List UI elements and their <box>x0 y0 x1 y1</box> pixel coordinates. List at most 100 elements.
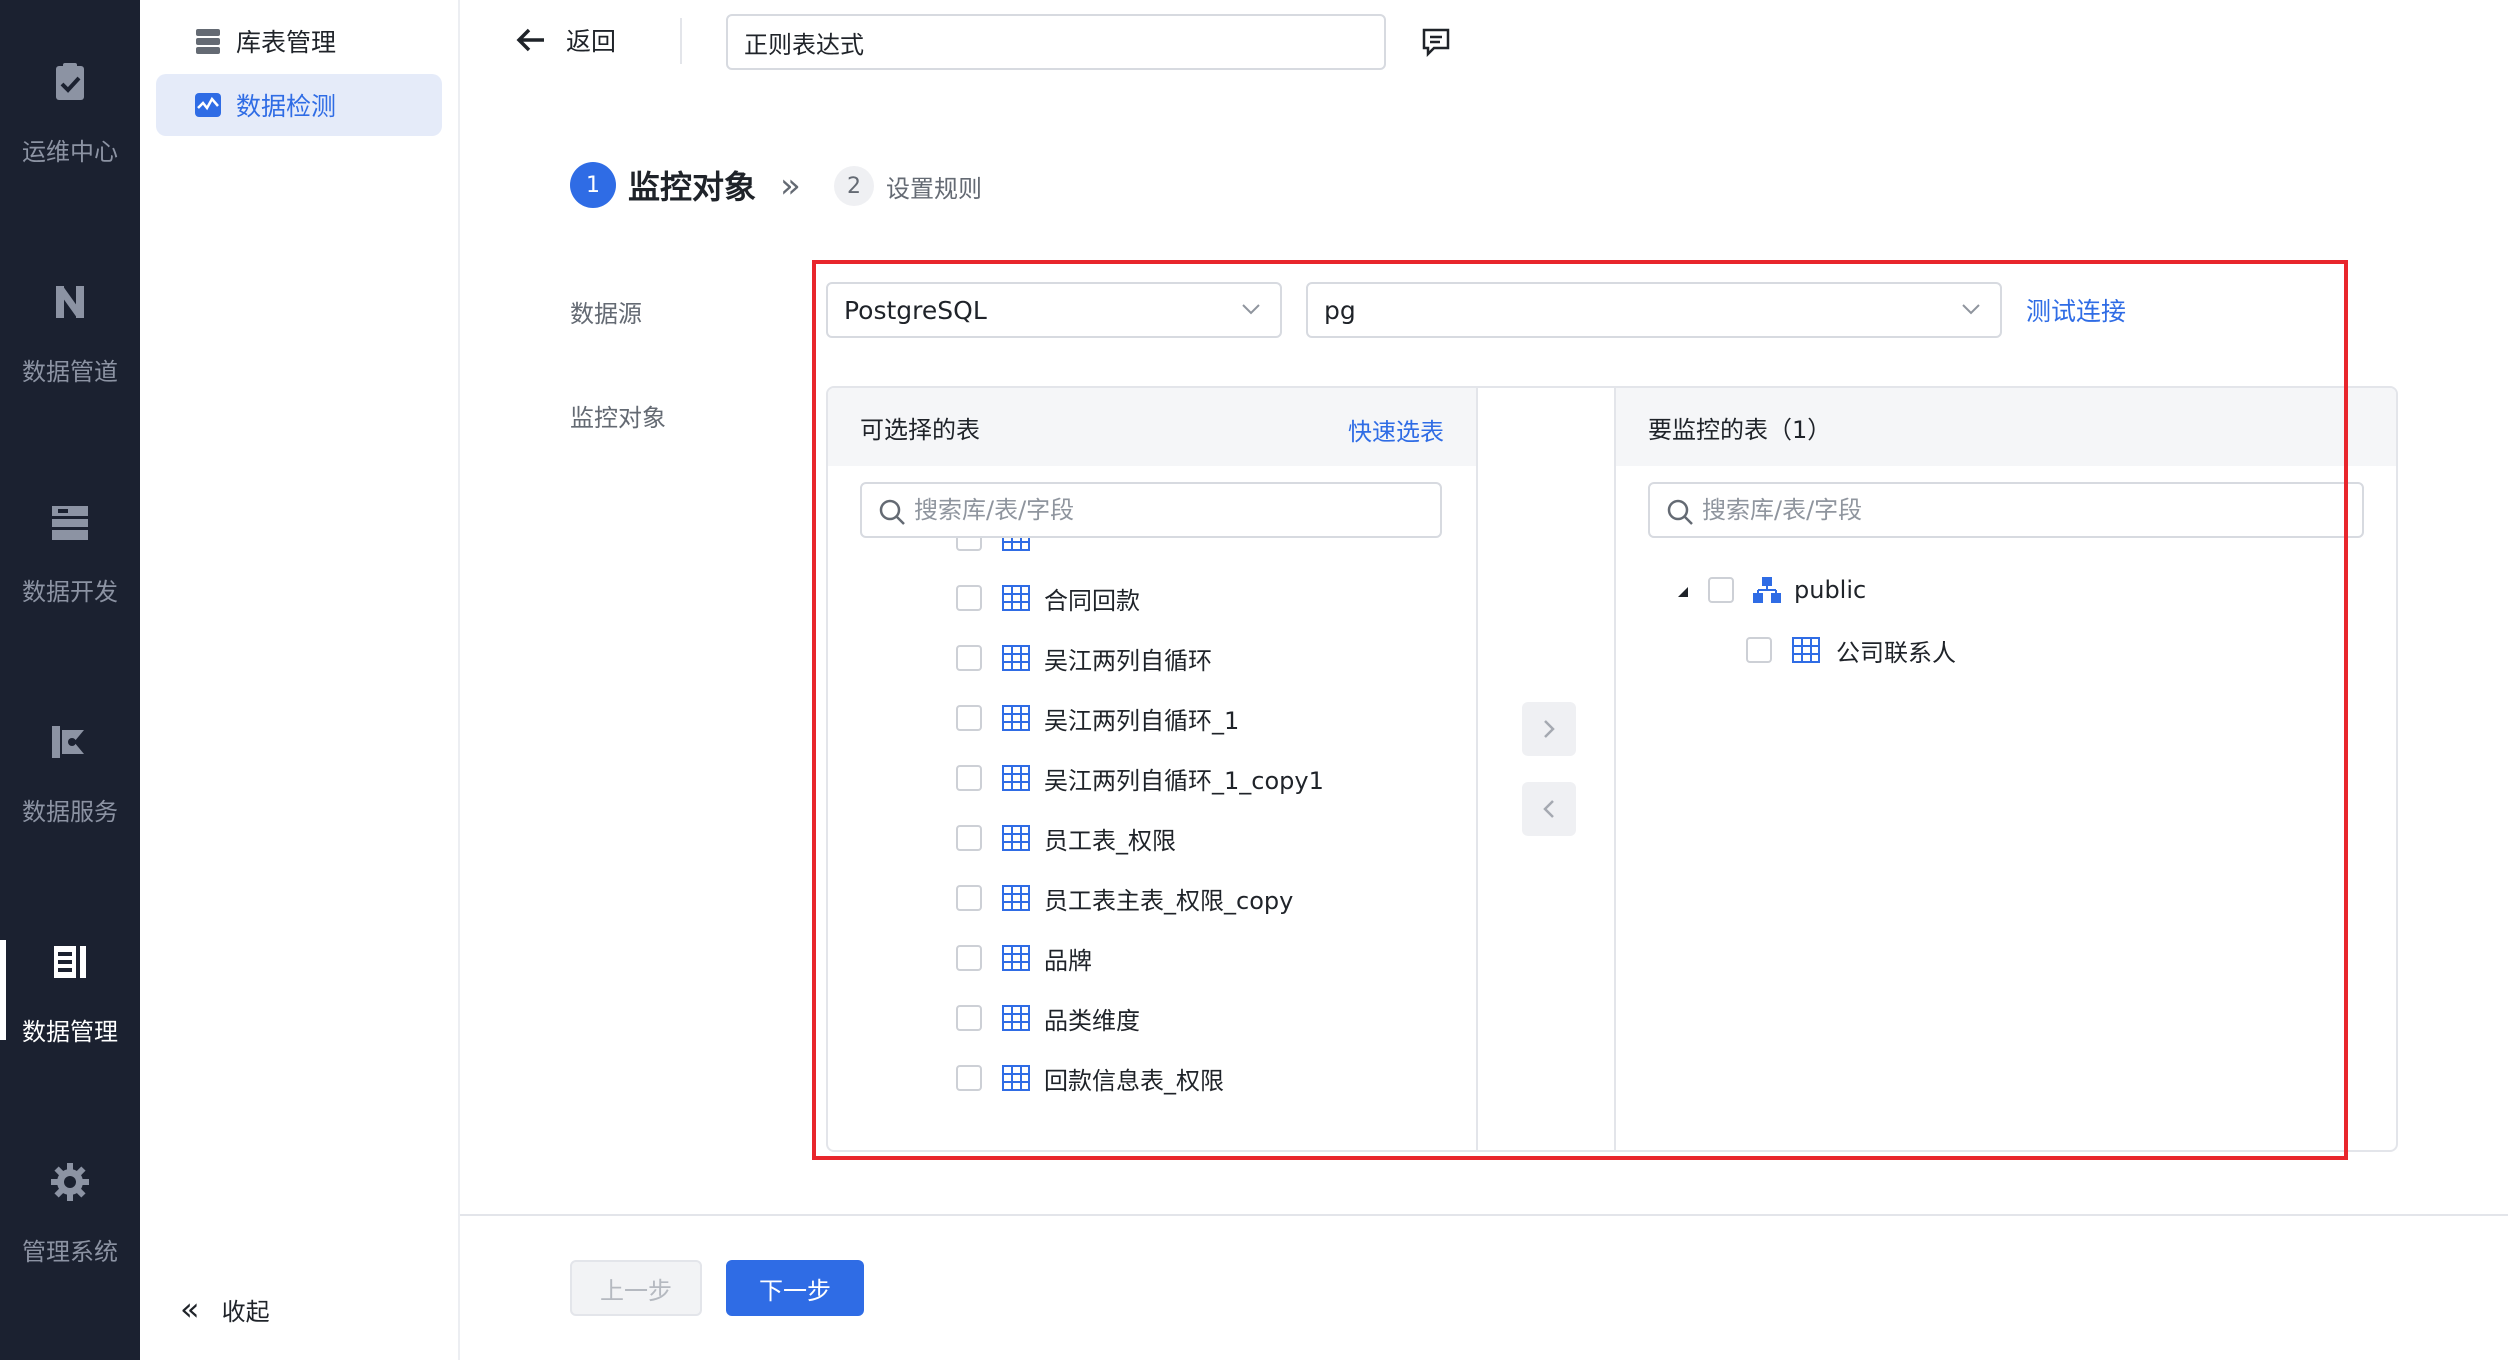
row-checkbox[interactable] <box>956 1065 982 1091</box>
tree-node-schema[interactable]: public <box>1616 560 2396 620</box>
rail-item-label: 数据管道 <box>22 358 118 386</box>
table-icon <box>1002 1005 1030 1031</box>
table-label: 员工表主表_权限_copy <box>1044 886 1294 915</box>
schema-checkbox[interactable] <box>1708 577 1734 603</box>
table-label: 吴江两列自循环_1 <box>1044 706 1240 735</box>
sidebar-item-label: 库表管理 <box>236 28 337 57</box>
table-row[interactable]: 吴江两列自循环_1_copy1 <box>828 748 1476 808</box>
table-icon <box>1002 1065 1030 1091</box>
divider <box>680 18 682 64</box>
table-icon <box>1002 645 1030 671</box>
step-number: 2 <box>834 166 874 206</box>
chevron-down-icon <box>1962 304 1980 315</box>
table-transfer: 可选择的表 快速选表 合同回款吴江两列自循环吴江两列自循环_1 吴江两列自循环_1… <box>826 386 2398 1152</box>
row-checkbox[interactable] <box>956 1005 982 1031</box>
step-label: 监控对象 <box>628 168 757 206</box>
clipboard-check-icon <box>56 63 84 100</box>
row-checkbox[interactable] <box>956 885 982 911</box>
step-set-rules: 2 设置规则 <box>834 166 982 206</box>
arrow-left-icon <box>516 28 544 52</box>
prev-step-button[interactable]: 上一步 <box>570 1260 702 1316</box>
double-chevron-right-icon: » <box>780 166 801 206</box>
table-label: 公司联系人 <box>1836 638 1956 667</box>
table-row[interactable] <box>828 538 1476 568</box>
available-table-list: 合同回款吴江两列自循环 吴江两列自循环_1 吴江两列自循环_1_copy1 员工表_权… <box>828 538 1476 1150</box>
rail-item-label: 数据服务 <box>22 798 118 826</box>
monitored-tables-panel: 要监控的表（1） public <box>1616 388 2396 1150</box>
table-icon <box>1792 637 1820 663</box>
chevron-left-icon <box>1543 800 1554 818</box>
task-name-input[interactable] <box>726 14 1386 70</box>
db-type-value: PostgreSQL <box>844 295 987 325</box>
schema-label: public <box>1794 576 1867 604</box>
footer-divider <box>460 1214 2508 1216</box>
table-row[interactable]: 员工表_权限 <box>828 808 1476 868</box>
table-label: 合同回款 <box>1044 586 1140 615</box>
right-search-box[interactable] <box>1648 482 2364 538</box>
table-icon <box>1002 585 1030 611</box>
schema-icon <box>1753 577 1781 603</box>
transfer-buttons <box>1478 388 1616 1150</box>
rail-item-admin-system[interactable]: 管理系统 <box>0 1100 140 1300</box>
row-checkbox[interactable] <box>956 538 982 551</box>
datasource-label: 数据源 <box>570 300 642 328</box>
sidebar-item-table-manage[interactable]: 库表管理 <box>156 10 442 72</box>
table-icon <box>1002 538 1030 551</box>
table-row[interactable]: 合同回款 <box>828 568 1476 628</box>
row-checkbox[interactable] <box>956 705 982 731</box>
available-tables-panel: 可选择的表 快速选表 合同回款吴江两列自循环吴江两列自循环_1 吴江两列自循环_1… <box>828 388 1478 1150</box>
table-row[interactable]: 员工表主表_权限_copy <box>828 868 1476 928</box>
tree-node-table[interactable]: 公司联系人 <box>1616 620 2396 680</box>
right-search-input[interactable] <box>1702 496 2362 524</box>
row-checkbox[interactable] <box>956 825 982 851</box>
sidebar-item-data-check[interactable]: 数据检测 <box>156 74 442 136</box>
table-icon <box>1002 825 1030 851</box>
monitor-chart-icon <box>195 93 221 117</box>
table-icon <box>1002 765 1030 791</box>
caret-down-icon[interactable] <box>1676 586 1690 598</box>
panel-title: 可选择的表 <box>860 415 980 444</box>
table-label: 吴江两列自循环 <box>1044 646 1212 675</box>
collapse-button[interactable]: « 收起 <box>180 1290 270 1328</box>
test-connection-link[interactable]: 测试连接 <box>2026 292 2126 328</box>
monitor-object-label: 监控对象 <box>570 404 666 432</box>
rail-item-data-manage[interactable]: 数据管理 <box>0 880 140 1080</box>
row-checkbox[interactable] <box>956 765 982 791</box>
quick-select-link[interactable]: 快速选表 <box>1348 412 1444 447</box>
row-checkbox[interactable] <box>956 945 982 971</box>
row-checkbox[interactable] <box>956 645 982 671</box>
db-name-select[interactable]: pg <box>1306 282 2002 338</box>
double-chevron-left-icon: « <box>180 1290 200 1328</box>
rail-item-data-pipeline[interactable]: 数据管道 <box>0 220 140 420</box>
table-row[interactable]: 吴江两列自循环 <box>828 628 1476 688</box>
collapse-label: 收起 <box>221 1297 270 1326</box>
left-search-input[interactable] <box>914 496 1440 524</box>
table-row[interactable]: 品牌 <box>828 928 1476 988</box>
left-search-box[interactable] <box>860 482 1442 538</box>
table-icon <box>1002 885 1030 911</box>
move-left-button[interactable] <box>1522 782 1576 836</box>
rail-item-ops-center[interactable]: 运维中心 <box>0 0 140 200</box>
row-checkbox[interactable] <box>1746 637 1772 663</box>
move-right-button[interactable] <box>1522 702 1576 756</box>
next-step-button[interactable]: 下一步 <box>726 1260 864 1316</box>
rail-item-label: 数据管理 <box>22 1018 118 1046</box>
table-row[interactable]: 品类维度 <box>828 988 1476 1048</box>
rail-item-label: 运维中心 <box>22 138 118 166</box>
db-type-select[interactable]: PostgreSQL <box>826 282 1282 338</box>
sidebar-item-label: 数据检测 <box>236 92 337 121</box>
comment-icon[interactable] <box>1420 26 1452 58</box>
db-name-value: pg <box>1324 295 1356 325</box>
rail-item-data-service[interactable]: 数据服务 <box>0 660 140 860</box>
table-icon <box>1002 945 1030 971</box>
row-checkbox[interactable] <box>956 585 982 611</box>
back-button[interactable]: 返回 <box>516 22 616 58</box>
search-icon <box>1667 499 1693 525</box>
pipeline-icon <box>56 285 84 319</box>
table-label: 品类维度 <box>1044 1006 1140 1035</box>
table-row[interactable]: 回款信息表_权限 <box>828 1048 1476 1108</box>
rail-item-data-dev[interactable]: 数据开发 <box>0 440 140 640</box>
table-row[interactable]: 吴江两列自循环_1 <box>828 688 1476 748</box>
chevron-down-icon <box>1242 304 1260 315</box>
rail-item-label: 管理系统 <box>22 1238 118 1266</box>
